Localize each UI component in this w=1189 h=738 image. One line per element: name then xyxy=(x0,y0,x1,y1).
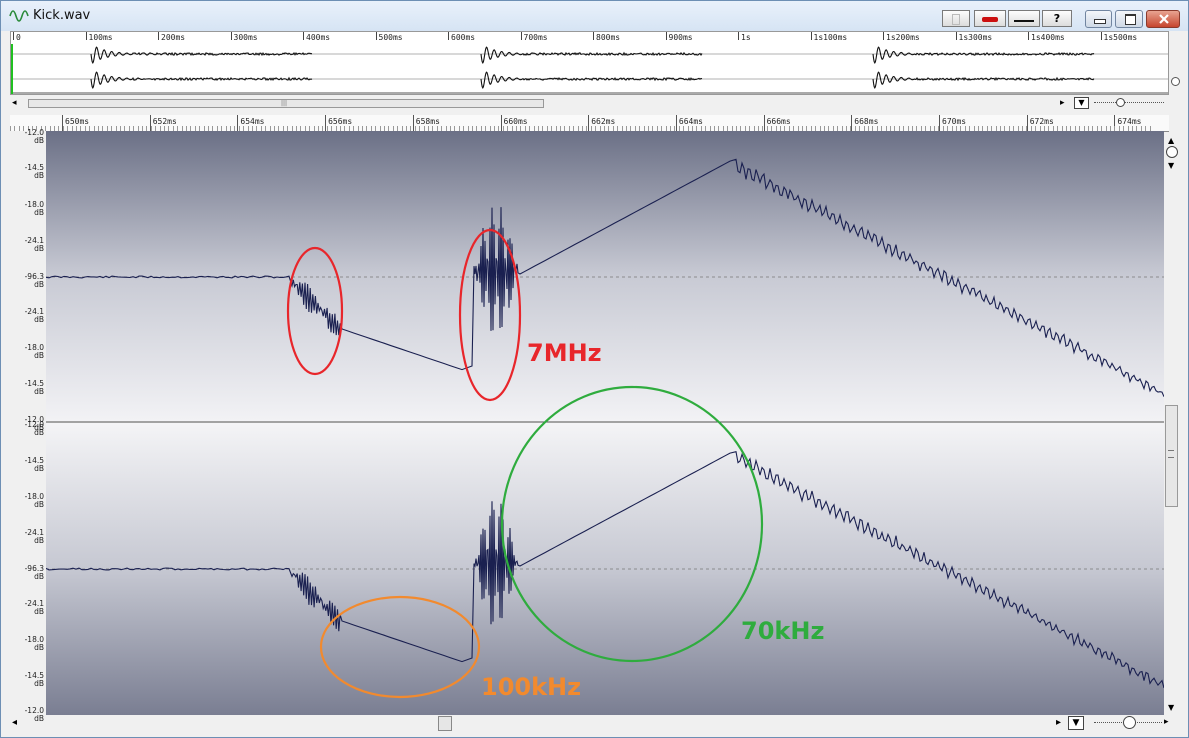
close-icon xyxy=(1159,14,1169,24)
scroll-right-icon[interactable]: ▸ xyxy=(1060,98,1065,108)
overview-playhead[interactable] xyxy=(11,44,13,94)
vertical-scrollbar[interactable]: ▲ ▼ ▼ xyxy=(1164,131,1180,715)
minimize-button[interactable] xyxy=(1085,10,1112,28)
dropdown-icon[interactable]: ▼ xyxy=(1074,97,1089,109)
db-scale-label-top: -18.0 dB xyxy=(24,343,44,360)
ruler-tick-label: 666ms xyxy=(766,117,791,126)
time-ruler[interactable]: 650ms 652ms 654ms 656ms 658ms 660ms 662ms 664ms… xyxy=(10,115,1169,132)
bottom-scrollbar[interactable]: ◂ ▸ ▼ ▸ xyxy=(10,715,1180,733)
record-icon xyxy=(982,17,998,22)
overview-scrollbar[interactable]: ◂ ||| ▸ ▼ xyxy=(10,97,1169,109)
horizontal-scroll-thumb[interactable] xyxy=(438,716,452,731)
zoom-slider[interactable] xyxy=(1094,102,1164,104)
overview-waveform-trace xyxy=(90,71,313,89)
annotation-100khz: 100kHz xyxy=(481,673,582,701)
maximize-button[interactable] xyxy=(1115,10,1143,28)
overview-waveform-trace xyxy=(480,71,703,89)
db-scale-label-bottom: -96.3 dB xyxy=(24,564,44,581)
ruler-tick-label: 662ms xyxy=(591,117,616,126)
dropdown-icon[interactable]: ▼ xyxy=(1068,716,1084,730)
ruler-tick-label: 670ms xyxy=(942,117,967,126)
vertical-scroll-thumb[interactable] xyxy=(1165,405,1178,507)
db-scale-label-top: -24.1 dB xyxy=(24,307,44,324)
zoom-slider-knob-icon[interactable] xyxy=(1123,716,1136,729)
scroll-down-icon[interactable]: ▼ xyxy=(1168,161,1174,170)
db-scale-label-top: -96.3 dB xyxy=(24,272,44,289)
help-button[interactable]: ? xyxy=(1042,10,1072,27)
scroll-up-icon[interactable]: ▲ xyxy=(1168,136,1174,145)
top-channel-background xyxy=(46,131,1164,421)
minimize-icon xyxy=(1094,19,1106,24)
annotation-70khz: 70kHz xyxy=(741,617,825,645)
pin-icon xyxy=(952,14,960,25)
db-scale-label-top: -12.0 dB xyxy=(24,128,44,145)
annotation-7mhz: 7MHz xyxy=(527,339,602,367)
close-button[interactable] xyxy=(1146,10,1180,28)
overview-vertical-slider[interactable] xyxy=(1169,31,1181,95)
ruler-tick-label: 654ms xyxy=(240,117,265,126)
slider-end-icon[interactable]: ▸ xyxy=(1164,717,1169,727)
db-scale-label-bottom: -24.1 dB xyxy=(24,528,44,545)
ruler-tick-label: 656ms xyxy=(328,117,353,126)
spectrum-plot[interactable] xyxy=(46,131,1164,715)
db-scale-label-top: -14.5 dB xyxy=(24,163,44,180)
ruler-tick-label: 660ms xyxy=(503,117,528,126)
db-scale-label-bottom: -14.5 dB xyxy=(24,456,44,473)
db-scale: -12.0 dB -14.5 dB -18.0 dB -24.1 dB -96.3 dB -24.1… xyxy=(10,128,46,723)
db-scale-label-bottom: -12.0 dB xyxy=(24,420,44,437)
overview-waveform-trace xyxy=(90,46,313,64)
line-icon xyxy=(1014,20,1034,22)
app-window: Kick.wav ? 0 100ms 200ms 300ms 400ms 500ms 600… xyxy=(0,0,1189,738)
db-scale-label-bottom: -18.0 dB xyxy=(24,635,44,652)
window-title: Kick.wav xyxy=(33,8,91,23)
ruler-tick-label: 664ms xyxy=(678,117,703,126)
scroll-thumb-grip-icon xyxy=(1168,450,1174,458)
overview-scroll-track[interactable]: ||| xyxy=(28,99,544,108)
db-scale-label-bottom: -18.0 dB xyxy=(24,492,44,509)
slider-knob-icon xyxy=(1171,77,1180,86)
overview-waveform-trace xyxy=(872,71,1095,89)
overview-waveform-trace xyxy=(872,46,1095,64)
db-scale-label-bottom: -24.1 dB xyxy=(24,599,44,616)
zoom-knob-icon[interactable] xyxy=(1166,146,1178,158)
overview-waveform-trace xyxy=(480,46,703,64)
scroll-right-icon[interactable]: ▸ xyxy=(1056,717,1061,728)
overview-waveform xyxy=(11,46,1168,94)
db-scale-label-top: -14.5 dB xyxy=(24,379,44,396)
db-scale-label-bottom: -14.5 dB xyxy=(24,671,44,688)
line-style-button[interactable] xyxy=(1008,10,1040,27)
ruler-tick-label: 658ms xyxy=(415,117,440,126)
record-button[interactable] xyxy=(974,10,1006,27)
zoom-slider-knob-icon[interactable] xyxy=(1116,98,1125,107)
pin-button[interactable] xyxy=(942,10,970,27)
scroll-left-icon[interactable]: ◂ xyxy=(12,98,17,108)
ruler-tick-label: 668ms xyxy=(854,117,879,126)
db-scale-label-top: -24.1 dB xyxy=(24,236,44,253)
title-bar[interactable]: Kick.wav ? xyxy=(1,1,1188,31)
scroll-left-icon[interactable]: ◂ xyxy=(12,717,17,728)
scroll-thumb-grip-icon: ||| xyxy=(281,100,288,107)
ruler-tick-label: 652ms xyxy=(152,117,177,126)
db-scale-label-top: -18.0 dB xyxy=(24,200,44,217)
overview-waveform-panel[interactable]: 0 100ms 200ms 300ms 400ms 500ms 600ms 700ms 800m… xyxy=(10,31,1169,95)
ruler-tick-label: 650ms xyxy=(65,117,90,126)
ruler-tick-label: 672ms xyxy=(1029,117,1054,126)
scroll-down-end-icon[interactable]: ▼ xyxy=(1168,703,1174,712)
ruler-tick-label: 674ms xyxy=(1117,117,1142,126)
waveform-app-icon xyxy=(9,10,29,22)
maximize-icon xyxy=(1125,14,1136,25)
